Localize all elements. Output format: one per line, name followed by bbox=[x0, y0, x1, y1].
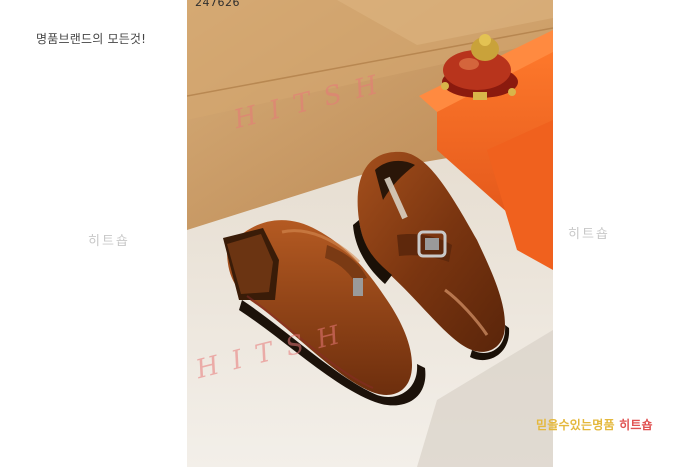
store-tagline: 명품브랜드의 모든것! bbox=[36, 32, 147, 46]
promo-slogan: 믿을수있는명품 히트숍 bbox=[536, 416, 653, 433]
shoe-scene-illustration bbox=[187, 0, 553, 467]
side-watermark-left: 히트숍 bbox=[88, 234, 130, 249]
side-watermark-right: 히트숍 bbox=[568, 227, 610, 242]
product-code: 247626 bbox=[195, 0, 240, 9]
product-photo[interactable]: 247626 HITSH HITSH bbox=[187, 0, 553, 467]
product-page: 명품브랜드의 모든것! 히트숍 히트숍 247626 HITSH HITSH 믿… bbox=[0, 0, 700, 467]
promo-slogan-part1: 믿을수있는명품 bbox=[536, 418, 615, 432]
promo-slogan-part2: 히트숍 bbox=[619, 418, 653, 432]
